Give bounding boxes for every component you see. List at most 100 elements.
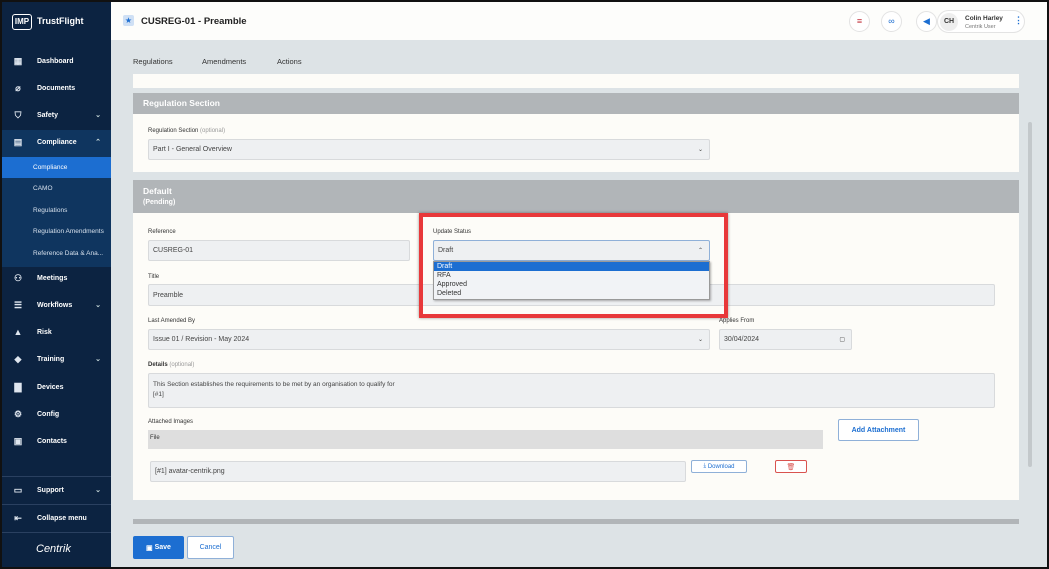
field-label: Regulation Section (optional): [148, 128, 226, 134]
warning-icon: ▲: [13, 326, 23, 337]
brand-name: TrustFlight: [37, 16, 84, 26]
trash-icon: 🗑: [786, 463, 796, 471]
sidebar-item-contacts[interactable]: ▣ Contacts: [2, 429, 111, 453]
chevron-down-icon: ⌄: [95, 112, 101, 119]
divider: [2, 504, 111, 505]
sidebar-item-documents[interactable]: ⌀ Documents: [2, 76, 111, 100]
sidebar: IMP TrustFlight ▦ Dashboard ⌀ Documents ⛉ S…: [2, 2, 111, 567]
sidebar-item-config[interactable]: ⚙ Config: [2, 402, 111, 426]
paperclip-icon: ⌀: [15, 82, 21, 93]
sidebar-item-label: Workflows: [37, 301, 73, 309]
sidebar-item-label: Training: [37, 355, 65, 363]
contacts-icon: ▣: [13, 435, 23, 446]
calendar-icon[interactable]: ▢: [839, 336, 845, 343]
default-heading: Default (Pending): [133, 180, 1019, 213]
status-badge: (Pending): [143, 199, 176, 206]
kebab-menu-icon[interactable]: ⋮: [1014, 15, 1023, 26]
database-icon[interactable]: ≡: [849, 11, 870, 32]
field-label: Attached Images: [148, 419, 194, 425]
user-menu[interactable]: CH Colin Harley Centrik User ⋮: [937, 10, 1025, 33]
sidebar-item-label: Dashboard: [37, 57, 74, 65]
section-heading: Regulation Section: [133, 93, 1019, 114]
config-icon: ⚙: [13, 408, 23, 419]
page-title: CUSREG-01 - Preamble: [141, 16, 247, 27]
centrik-logo: Centrik: [36, 543, 71, 555]
sidebar-item-label: Support: [37, 486, 64, 494]
sidebar-item-label: Config: [37, 410, 60, 418]
sidebar-item-workflows[interactable]: ☰ Workflows ⌄: [2, 293, 111, 317]
sidebar-subitem-camo[interactable]: CAMO: [2, 178, 111, 199]
attached-file-input: [#1] avatar-centrik.png: [150, 461, 686, 482]
shield-icon: ⛉: [14, 109, 22, 120]
sidebar-item-label: Devices: [37, 383, 64, 391]
sidebar-item-label: Collapse menu: [37, 514, 87, 522]
details-textarea[interactable]: This Section establishes the requirement…: [148, 373, 995, 408]
user-name: Colin Harley: [965, 15, 1003, 22]
meetings-icon: ⚇: [13, 272, 23, 283]
sidebar-item-support[interactable]: ▭ Support ⌄: [2, 478, 111, 502]
add-attachment-button[interactable]: Add Attachment: [838, 419, 919, 441]
sidebar-subitem-compliance[interactable]: Compliance: [2, 157, 111, 178]
sidebar-item-meetings[interactable]: ⚇ Meetings: [2, 266, 111, 290]
divider: [2, 532, 111, 533]
chevron-down-icon: ⌄: [697, 147, 703, 153]
collapse-menu-button[interactable]: ⇤ Collapse menu: [2, 506, 111, 530]
reference-input[interactable]: CUSREG-01: [148, 240, 410, 261]
download-button[interactable]: ⤓ Download: [691, 460, 747, 473]
regulation-section-select[interactable]: Part I - General Overview ⌄: [148, 139, 710, 160]
sidebar-item-label: Risk: [37, 328, 52, 336]
sidebar-subitem-regulations[interactable]: Regulations: [2, 200, 111, 221]
dashboard-icon: ▦: [13, 55, 23, 66]
sidebar-item-label: Meetings: [37, 274, 68, 282]
sidebar-subitem-regulation-amendments[interactable]: Regulation Amendments: [2, 221, 111, 242]
sidebar-item-dashboard[interactable]: ▦ Dashboard: [2, 49, 111, 73]
avatar: CH: [940, 13, 958, 31]
link-icon[interactable]: ∞: [881, 11, 902, 32]
file-column-header: File: [148, 430, 823, 449]
divider: [2, 476, 111, 477]
field-label: Details (optional): [148, 362, 195, 368]
app-logo: IMP: [12, 14, 32, 30]
sidebar-subitem-reference-data[interactable]: Reference Data & Ana...: [2, 243, 111, 264]
user-role: Centrik User: [965, 24, 996, 30]
tab-amendments[interactable]: Amendments: [202, 57, 246, 66]
applies-from-date[interactable]: 30/04/2024 ▢: [719, 329, 852, 350]
collapse-icon: ⇤: [14, 512, 22, 523]
last-amended-by-select[interactable]: Issue 01 / Revision - May 2024 ⌄: [148, 329, 710, 350]
chevron-down-icon: ⌄: [95, 302, 101, 309]
megaphone-icon[interactable]: ◀: [916, 11, 937, 32]
field-label: Title: [148, 274, 160, 280]
sidebar-item-label: Compliance: [37, 138, 77, 146]
graduation-cap-icon: ◆: [14, 353, 22, 364]
chevron-down-icon: ⌄: [95, 487, 101, 494]
sidebar-item-label: Contacts: [37, 437, 67, 445]
support-icon: ▭: [13, 484, 23, 495]
sidebar-item-safety[interactable]: ⛉ Safety ⌄: [2, 103, 111, 127]
field-label: Reference: [148, 229, 176, 235]
chevron-down-icon: ⌄: [697, 337, 703, 343]
save-icon: ▣: [146, 544, 155, 552]
tab-regulations[interactable]: Regulations: [133, 57, 173, 66]
sidebar-item-devices[interactable]: ▇ Devices: [2, 375, 111, 399]
delete-button[interactable]: 🗑: [775, 460, 807, 473]
sidebar-item-label: Documents: [37, 84, 76, 92]
workflow-icon: ☰: [13, 299, 23, 310]
document-icon: ▤: [13, 136, 23, 147]
tab-actions[interactable]: Actions: [277, 57, 302, 66]
chevron-down-icon: ⌄: [95, 356, 101, 363]
top-header: ★ CUSREG-01 - Preamble ≡ ∞ ◀ CH Colin Ha…: [111, 2, 1047, 40]
sidebar-item-label: Safety: [37, 111, 59, 119]
previous-card: [133, 74, 1019, 88]
scrollbar[interactable]: [1028, 122, 1032, 467]
save-button[interactable]: ▣ Save: [133, 536, 184, 559]
highlight-box: [419, 213, 728, 318]
regulation-icon: ★: [123, 15, 134, 26]
cancel-button[interactable]: Cancel: [187, 536, 234, 559]
sidebar-item-training[interactable]: ◆ Training ⌄: [2, 347, 111, 371]
field-label: Applies From: [719, 318, 755, 324]
sidebar-item-risk[interactable]: ▲ Risk: [2, 320, 111, 344]
sidebar-item-compliance[interactable]: ▤ Compliance ⌃: [2, 130, 111, 154]
field-label: Last Amended By: [148, 318, 196, 324]
chevron-up-icon: ⌃: [95, 139, 101, 146]
next-section-edge: [133, 519, 1019, 524]
